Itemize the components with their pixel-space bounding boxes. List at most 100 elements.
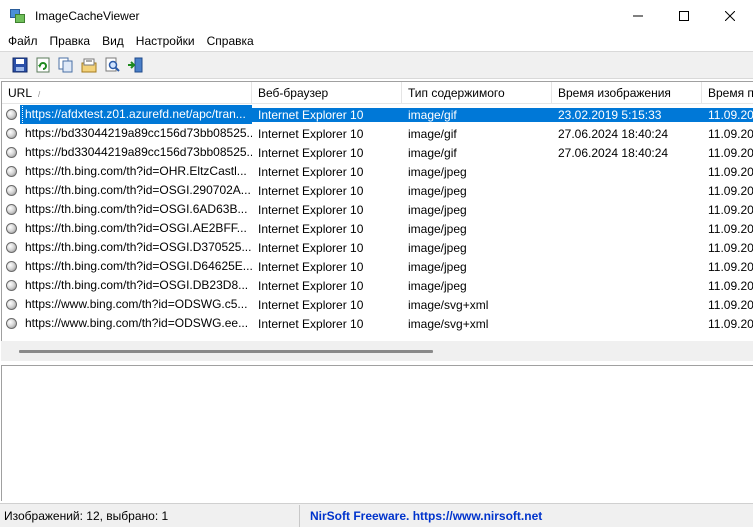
cell-time-2: 11.09.20 bbox=[708, 202, 753, 217]
cell-url: https://afdxtest.z01.azurefd.net/apc/tra… bbox=[2, 105, 252, 124]
cell-content-type: image/jpeg bbox=[408, 164, 467, 179]
column-header-browser[interactable]: Веб-браузер bbox=[252, 82, 402, 104]
table-row[interactable]: https://th.bing.com/th?id=OSGI.290702A..… bbox=[2, 181, 753, 200]
title-bar: ImageCacheViewer bbox=[0, 0, 753, 31]
cell-browser: Internet Explorer 10 bbox=[252, 107, 402, 122]
menu-edit[interactable]: Правка bbox=[44, 31, 97, 51]
image-status-icon bbox=[6, 109, 17, 120]
image-status-icon bbox=[6, 204, 17, 215]
horizontal-scrollbar[interactable] bbox=[1, 341, 753, 361]
menu-file[interactable]: Файл bbox=[2, 31, 44, 51]
column-header-time-2[interactable]: Время п bbox=[702, 82, 753, 104]
cell-url: https://th.bing.com/th?id=OSGI.AE2BFF... bbox=[2, 219, 252, 238]
toolbar bbox=[0, 51, 753, 79]
table-row[interactable]: https://th.bing.com/th?id=OSGI.D370525..… bbox=[2, 238, 753, 257]
cell-url: https://th.bing.com/th?id=OSGI.D370525..… bbox=[2, 238, 252, 257]
copy-button[interactable] bbox=[54, 54, 77, 76]
cell-url: https://bd33044219a89cc156d73bb08525... bbox=[2, 143, 252, 162]
nirsoft-link[interactable]: NirSoft Freeware. https://www.nirsoft.ne… bbox=[300, 509, 542, 523]
table-row[interactable]: https://th.bing.com/th?id=OSGI.AE2BFF...… bbox=[2, 219, 753, 238]
exit-button[interactable] bbox=[123, 54, 146, 76]
refresh-button[interactable] bbox=[31, 54, 54, 76]
column-header-image-time[interactable]: Время изображения bbox=[552, 82, 702, 104]
cell-content-type: image/svg+xml bbox=[408, 316, 489, 331]
table-row[interactable]: https://th.bing.com/th?id=OSGI.D64625E..… bbox=[2, 257, 753, 276]
image-status-icon bbox=[6, 166, 17, 177]
properties-button[interactable] bbox=[77, 54, 100, 76]
image-status-icon bbox=[6, 147, 17, 158]
image-status-icon bbox=[6, 128, 17, 139]
scrollbar-thumb[interactable] bbox=[19, 350, 433, 353]
properties-icon bbox=[81, 58, 96, 73]
table-row[interactable]: https://bd33044219a89cc156d73bb08525... I… bbox=[2, 124, 753, 143]
image-status-icon bbox=[6, 280, 17, 291]
maximize-icon bbox=[679, 10, 689, 21]
cell-time-2: 11.09.20 bbox=[708, 164, 753, 179]
find-icon bbox=[105, 57, 120, 72]
list-header: URL / Веб-браузер Тип содержимого Время и… bbox=[2, 82, 753, 104]
cell-browser: Internet Explorer 10 bbox=[258, 202, 364, 217]
cell-time-2: 11.09.20 bbox=[708, 240, 753, 255]
close-button[interactable] bbox=[707, 0, 753, 31]
table-row[interactable]: https://www.bing.com/th?id=ODSWG.ee... In… bbox=[2, 314, 753, 333]
image-status-icon bbox=[6, 299, 17, 310]
cell-browser: Internet Explorer 10 bbox=[258, 126, 364, 141]
cell-content-type: image/svg+xml bbox=[408, 297, 489, 312]
cell-time-2: 11.09.20 bbox=[708, 297, 753, 312]
table-row[interactable]: https://th.bing.com/th?id=OSGI.6AD63B...… bbox=[2, 200, 753, 219]
cell-url: https://th.bing.com/th?id=OSGI.6AD63B... bbox=[2, 200, 252, 219]
cell-content-type: image/gif bbox=[408, 145, 457, 160]
cell-time-2: 11.09.20 bbox=[708, 259, 753, 274]
cell-time-2: 11.09.20 bbox=[708, 126, 753, 141]
cell-browser: Internet Explorer 10 bbox=[258, 316, 364, 331]
image-status-icon bbox=[6, 223, 17, 234]
table-row[interactable]: https://afdxtest.z01.azurefd.net/apc/tra… bbox=[2, 105, 753, 124]
cell-url: https://www.bing.com/th?id=ODSWG.c5... bbox=[2, 295, 252, 314]
column-header-url[interactable]: URL / bbox=[2, 82, 252, 104]
maximize-button[interactable] bbox=[661, 0, 707, 31]
exit-icon bbox=[127, 57, 142, 73]
refresh-icon bbox=[36, 57, 49, 73]
save-icon bbox=[12, 57, 27, 73]
menu-options[interactable]: Настройки bbox=[130, 31, 201, 51]
app-icon bbox=[10, 8, 26, 24]
cell-time-2: 11.09.20 bbox=[708, 316, 753, 331]
table-row[interactable]: https://www.bing.com/th?id=ODSWG.c5... In… bbox=[2, 295, 753, 314]
cell-image-time: 23.02.2019 5:15:33 bbox=[552, 107, 702, 122]
cell-content-type: image/jpeg bbox=[408, 240, 467, 255]
table-row[interactable]: https://th.bing.com/th?id=OSGI.DB23D8...… bbox=[2, 276, 753, 295]
find-button[interactable] bbox=[100, 54, 123, 76]
cell-url: https://th.bing.com/th?id=OSGI.290702A..… bbox=[2, 181, 252, 200]
cell-browser: Internet Explorer 10 bbox=[258, 240, 364, 255]
cell-url: https://th.bing.com/th?id=OSGI.DB23D8... bbox=[2, 276, 252, 295]
status-count: Изображений: 12, выбрано: 1 bbox=[0, 504, 300, 527]
cell-browser: Internet Explorer 10 bbox=[258, 297, 364, 312]
cell-url: https://th.bing.com/th?id=OHR.EltzCastl.… bbox=[2, 162, 252, 181]
cell-browser: Internet Explorer 10 bbox=[258, 183, 364, 198]
table-row[interactable]: https://bd33044219a89cc156d73bb08525... I… bbox=[2, 143, 753, 162]
table-row[interactable]: https://th.bing.com/th?id=OHR.EltzCastl.… bbox=[2, 162, 753, 181]
image-status-icon bbox=[6, 185, 17, 196]
save-button[interactable] bbox=[8, 54, 31, 76]
status-bar: Изображений: 12, выбрано: 1 NirSoft Free… bbox=[0, 503, 753, 527]
menu-bar: Файл Правка Вид Настройки Справка bbox=[0, 31, 753, 51]
cell-browser: Internet Explorer 10 bbox=[258, 164, 364, 179]
cell-content-type: image/jpeg bbox=[408, 221, 467, 236]
copy-icon bbox=[58, 57, 72, 73]
cell-image-time: 27.06.2024 18:40:24 bbox=[558, 145, 669, 160]
cell-image-time: 27.06.2024 18:40:24 bbox=[558, 126, 669, 141]
menu-view[interactable]: Вид bbox=[96, 31, 130, 51]
cell-content-type: image/jpeg bbox=[408, 202, 467, 217]
image-status-icon bbox=[6, 261, 17, 272]
cell-time-2: 11.09.20 bbox=[702, 107, 753, 122]
image-list[interactable]: URL / Веб-браузер Тип содержимого Время и… bbox=[1, 81, 753, 361]
minimize-button[interactable] bbox=[615, 0, 661, 31]
cell-content-type: image/jpeg bbox=[408, 183, 467, 198]
cell-content-type: image/gif bbox=[408, 126, 457, 141]
cell-content-type: image/gif bbox=[402, 107, 552, 122]
list-rows: https://afdxtest.z01.azurefd.net/apc/tra… bbox=[2, 105, 753, 333]
cell-browser: Internet Explorer 10 bbox=[258, 145, 364, 160]
cell-browser: Internet Explorer 10 bbox=[258, 221, 364, 236]
menu-help[interactable]: Справка bbox=[201, 31, 260, 51]
column-header-content-type[interactable]: Тип содержимого bbox=[402, 82, 552, 104]
